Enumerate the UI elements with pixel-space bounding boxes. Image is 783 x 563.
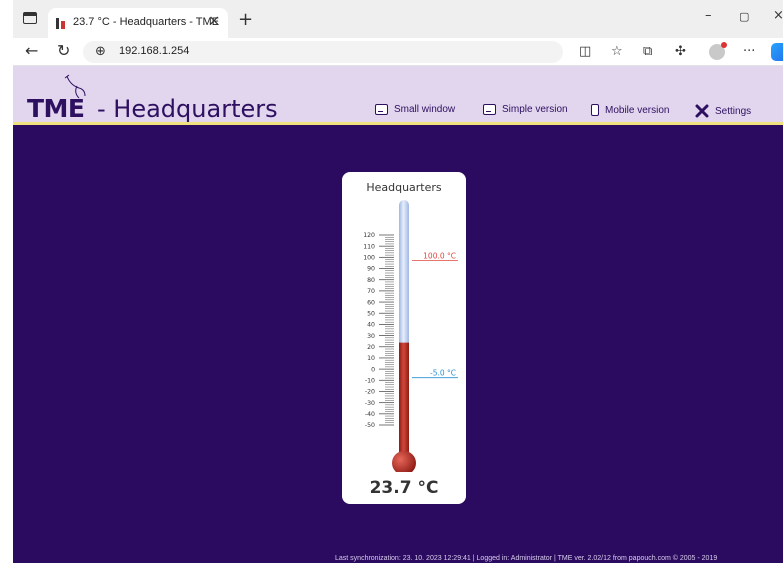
thermometer-card: Headquarters 120 110 100 90 80 70 60 50 … <box>342 172 466 504</box>
scale-label: 0 <box>371 366 375 373</box>
temperature-value: 23.7 °C <box>369 478 439 498</box>
scale-label: -50 <box>365 422 375 429</box>
thermometer-bulb <box>392 451 416 472</box>
reader-view-icon[interactable]: ◫ <box>579 44 591 59</box>
minimize-button[interactable]: – <box>705 8 712 23</box>
mercury-column <box>399 342 409 462</box>
thermometer-graphic: 1201101009080706050403020100-10-20-30-40… <box>363 200 458 472</box>
globe-icon: ⊕ <box>95 44 106 59</box>
settings-link[interactable]: Settings <box>695 104 751 118</box>
url-field[interactable]: ⊕ 192.168.1.254 <box>83 41 563 63</box>
favorites-icon[interactable]: ☆ <box>611 44 623 59</box>
lower-limit-label[interactable]: -5.0 °C <box>430 369 456 378</box>
scale-label: 40 <box>367 322 375 329</box>
mobile-version-link[interactable]: Mobile version <box>591 104 669 116</box>
status-footer: Last synchronization: 23. 10. 2023 12:29… <box>335 555 718 562</box>
url-text: 192.168.1.254 <box>119 45 190 57</box>
phone-icon <box>591 104 599 116</box>
tab-bar: 23.7 °C - Headquarters - TME × + – ▢ × <box>13 0 783 38</box>
simple-version-label: Simple version <box>502 104 568 115</box>
small-window-link[interactable]: Small window <box>375 104 455 115</box>
scale-label: 110 <box>363 243 375 250</box>
simple-icon <box>483 104 496 115</box>
copilot-icon[interactable] <box>771 43 783 61</box>
notification-dot <box>721 42 727 48</box>
tab-close-icon[interactable]: × <box>208 13 220 29</box>
tme-logo[interactable]: TME <box>27 94 85 123</box>
address-bar: ← ↻ ⊕ 192.168.1.254 ◫ ☆ ⧉ ✣ ··· <box>13 38 783 66</box>
extensions-icon[interactable]: ✣ <box>675 44 686 59</box>
scale-label: 120 <box>363 232 375 239</box>
refresh-icon[interactable]: ↻ <box>57 41 70 60</box>
desktop-edge <box>0 0 13 563</box>
scale-label: -20 <box>365 389 375 396</box>
browser-tab[interactable]: 23.7 °C - Headquarters - TME × <box>48 8 228 38</box>
scale-label: 90 <box>367 266 375 273</box>
more-menu-icon[interactable]: ··· <box>743 44 755 59</box>
scale-label: -30 <box>365 400 375 407</box>
tools-icon <box>695 104 709 118</box>
scale-label: 60 <box>367 299 375 306</box>
scale-label: -10 <box>365 377 375 384</box>
collections-icon[interactable]: ⧉ <box>643 44 652 59</box>
close-window-button[interactable]: × <box>773 8 783 23</box>
window-icon <box>375 104 388 115</box>
mobile-version-label: Mobile version <box>605 104 670 116</box>
maximize-button[interactable]: ▢ <box>739 10 749 23</box>
favicon-icon <box>56 18 67 29</box>
settings-label: Settings <box>715 105 752 117</box>
tab-title: 23.7 °C - Headquarters - TME <box>73 16 220 28</box>
new-tab-button[interactable]: + <box>238 9 253 30</box>
scale-label: 80 <box>367 277 375 284</box>
tab-actions-icon[interactable] <box>23 12 37 24</box>
scale-label: 10 <box>367 355 375 362</box>
scale-label: 50 <box>367 310 375 317</box>
main-area: Headquarters 120 110 100 90 80 70 60 50 … <box>13 125 783 563</box>
scale-label: 30 <box>367 333 375 340</box>
scale-label: 100 <box>363 255 375 262</box>
app-header: TME - Headquarters Small window Simple v… <box>13 66 783 123</box>
browser-window: 23.7 °C - Headquarters - TME × + – ▢ × ←… <box>13 0 783 563</box>
page-title: - Headquarters <box>97 95 278 123</box>
back-arrow-icon[interactable]: ← <box>25 41 38 60</box>
simple-version-link[interactable]: Simple version <box>483 104 568 115</box>
scale-label: -40 <box>365 411 375 418</box>
scale-label: 20 <box>367 344 375 351</box>
scale-label: 70 <box>367 288 375 295</box>
small-window-label: Small window <box>394 104 456 115</box>
upper-limit-label[interactable]: 100.0 °C <box>423 251 456 260</box>
